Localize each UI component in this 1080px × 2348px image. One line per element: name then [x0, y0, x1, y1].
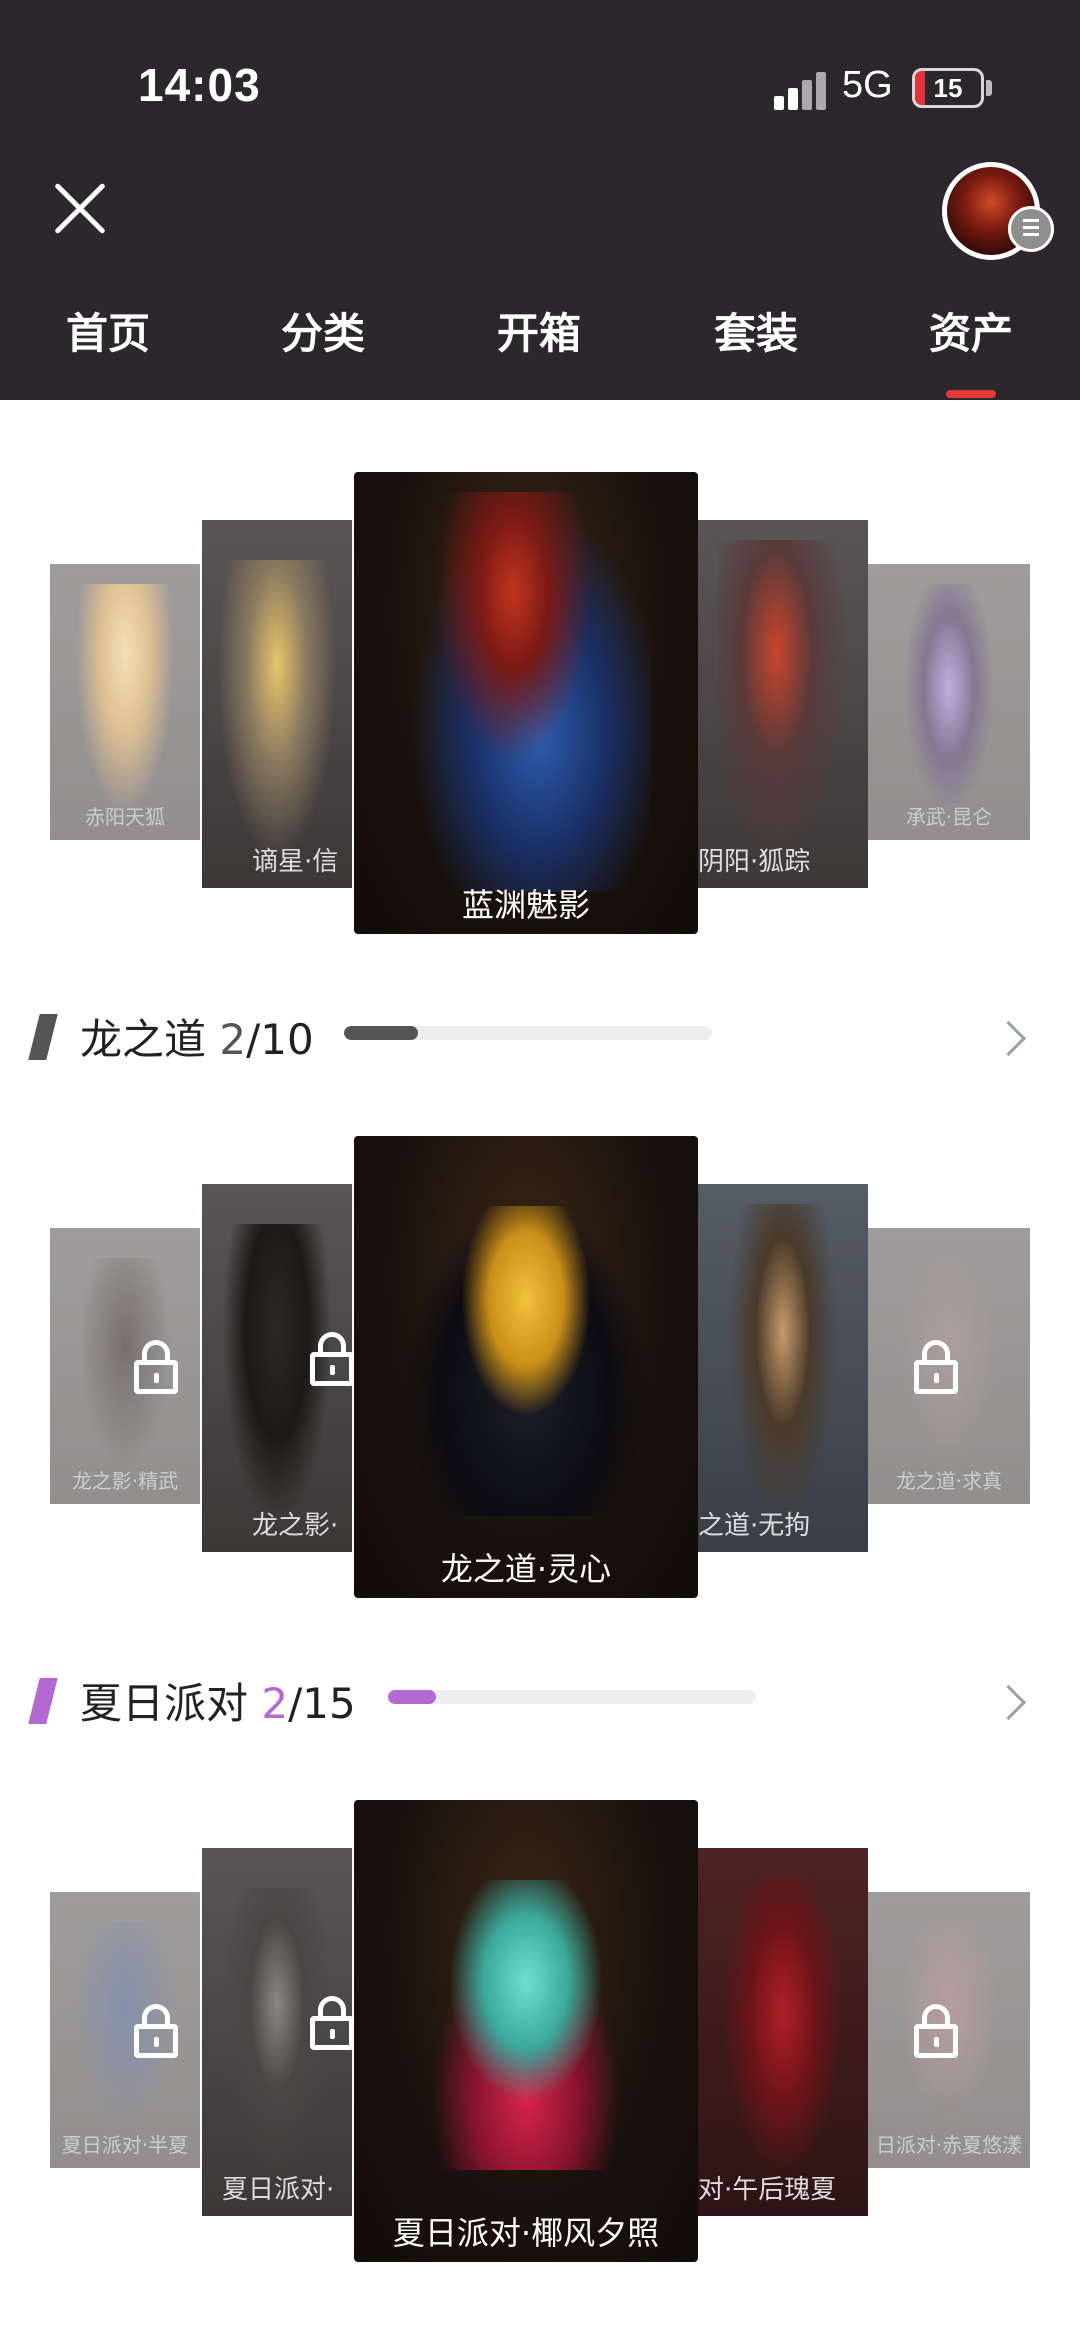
tab-unbox[interactable]: 开箱 — [469, 300, 609, 361]
carousel-card[interactable]: 阴阳·狐踪 — [698, 520, 868, 888]
section-name: 龙之道 — [80, 1015, 207, 1064]
owned-count: 2 — [219, 1015, 247, 1064]
carousel-card-selected[interactable]: 夏日派对·椰风夕照 — [354, 1800, 698, 2262]
lock-icon — [134, 1340, 178, 1394]
lock-icon — [914, 2004, 958, 2058]
carousel-card[interactable]: 夏日派对·半夏 — [50, 1892, 200, 2168]
total-count: /15 — [288, 1679, 356, 1728]
card-label: 龙之影·精武 — [71, 1469, 179, 1493]
tab-category[interactable]: 分类 — [253, 300, 393, 361]
lock-icon — [310, 1996, 352, 2050]
tab-home[interactable]: 首页 — [38, 300, 178, 361]
tab-assets[interactable]: 资产 — [901, 300, 1041, 361]
signal-icon — [774, 70, 826, 110]
featured-carousel[interactable]: 赤阳天狐 承武·昆仑 谪星·信 阴阳·狐踪 蓝渊魅影 — [0, 472, 1080, 936]
progress-bar — [344, 1026, 712, 1040]
app-header: 14:03 5G 15 首页 分类 开箱 套装 资产 — [0, 0, 1080, 400]
battery-level: 15 — [933, 73, 963, 103]
owned-count: 2 — [261, 1679, 289, 1728]
lock-icon — [310, 1332, 352, 1386]
card-label: 龙之道·求真 — [895, 1469, 1003, 1493]
status-time: 14:03 — [138, 59, 261, 111]
carousel-card[interactable]: 龙之影·精武 — [50, 1228, 200, 1504]
section-name: 夏日派对 — [80, 1679, 249, 1728]
card-label: 龙之道·灵心 — [440, 1550, 612, 1588]
set-section-header[interactable]: 龙之道 2/10 — [0, 1006, 1080, 1066]
card-label: 龙之影· — [252, 1511, 339, 1541]
active-tab-indicator — [946, 390, 996, 398]
card-label: 承武·昆仑 — [905, 805, 993, 829]
battery-tip — [986, 80, 992, 96]
carousel-card[interactable]: 龙之影· — [202, 1184, 352, 1552]
card-label: 谪星·信 — [252, 847, 339, 877]
chevron-right-icon[interactable] — [990, 1020, 1027, 1057]
set-section-header[interactable]: 夏日派对 2/15 — [0, 1670, 1080, 1730]
card-label: 夏日派对· — [222, 2175, 335, 2205]
carousel-card[interactable]: 谪星·信 — [202, 520, 352, 888]
battery-icon: 15 — [912, 68, 984, 108]
section-title: 夏日派对 2/15 — [80, 1670, 356, 1731]
tab-bar: 首页 分类 开箱 套装 资产 — [0, 300, 1080, 370]
card-label: 夏日派对·半夏 — [61, 2133, 189, 2157]
card-label: 夏日派对·椰风夕照 — [392, 2214, 660, 2252]
section-accent-bar — [28, 1014, 58, 1060]
carousel-card[interactable]: 夏日派对· — [202, 1848, 352, 2216]
card-label: 日派对·赤夏悠漾 — [875, 2133, 1023, 2157]
network-type: 5G — [842, 64, 893, 106]
section-title: 龙之道 2/10 — [80, 1006, 314, 1067]
carousel-card[interactable]: 日派对·赤夏悠漾 — [868, 1892, 1030, 2168]
tab-sets[interactable]: 套装 — [686, 300, 826, 361]
lock-icon — [914, 1340, 958, 1394]
carousel-card[interactable]: 对·午后瑰夏 — [698, 1848, 868, 2216]
lock-icon — [134, 2004, 178, 2058]
card-label: 蓝渊魅影 — [461, 886, 590, 924]
carousel-card[interactable]: 龙之道·求真 — [868, 1228, 1030, 1504]
carousel-card[interactable]: 承武·昆仑 — [868, 564, 1030, 840]
set-carousel[interactable]: 龙之影·精武 龙之道·求真 龙之影· 之道·无拘 龙之道·灵心 — [0, 1136, 1080, 1600]
carousel-card[interactable]: 赤阳天狐 — [50, 564, 200, 840]
close-icon[interactable] — [52, 180, 108, 236]
set-carousel[interactable]: 夏日派对·半夏 日派对·赤夏悠漾 夏日派对· 对·午后瑰夏 夏日派对·椰风夕照 — [0, 1800, 1080, 2264]
carousel-card-selected[interactable]: 蓝渊魅影 — [354, 472, 698, 934]
progress-bar — [388, 1690, 756, 1704]
section-accent-bar — [28, 1678, 58, 1724]
carousel-card[interactable]: 之道·无拘 — [698, 1184, 868, 1552]
card-label: 赤阳天狐 — [85, 805, 165, 829]
total-count: /10 — [246, 1015, 314, 1064]
card-label: 对·午后瑰夏 — [698, 2175, 837, 2205]
carousel-card-selected[interactable]: 龙之道·灵心 — [354, 1136, 698, 1598]
card-label: 阴阳·狐踪 — [698, 847, 811, 877]
chevron-right-icon[interactable] — [990, 1684, 1027, 1721]
card-label: 之道·无拘 — [698, 1511, 811, 1541]
menu-icon[interactable] — [1008, 206, 1054, 252]
